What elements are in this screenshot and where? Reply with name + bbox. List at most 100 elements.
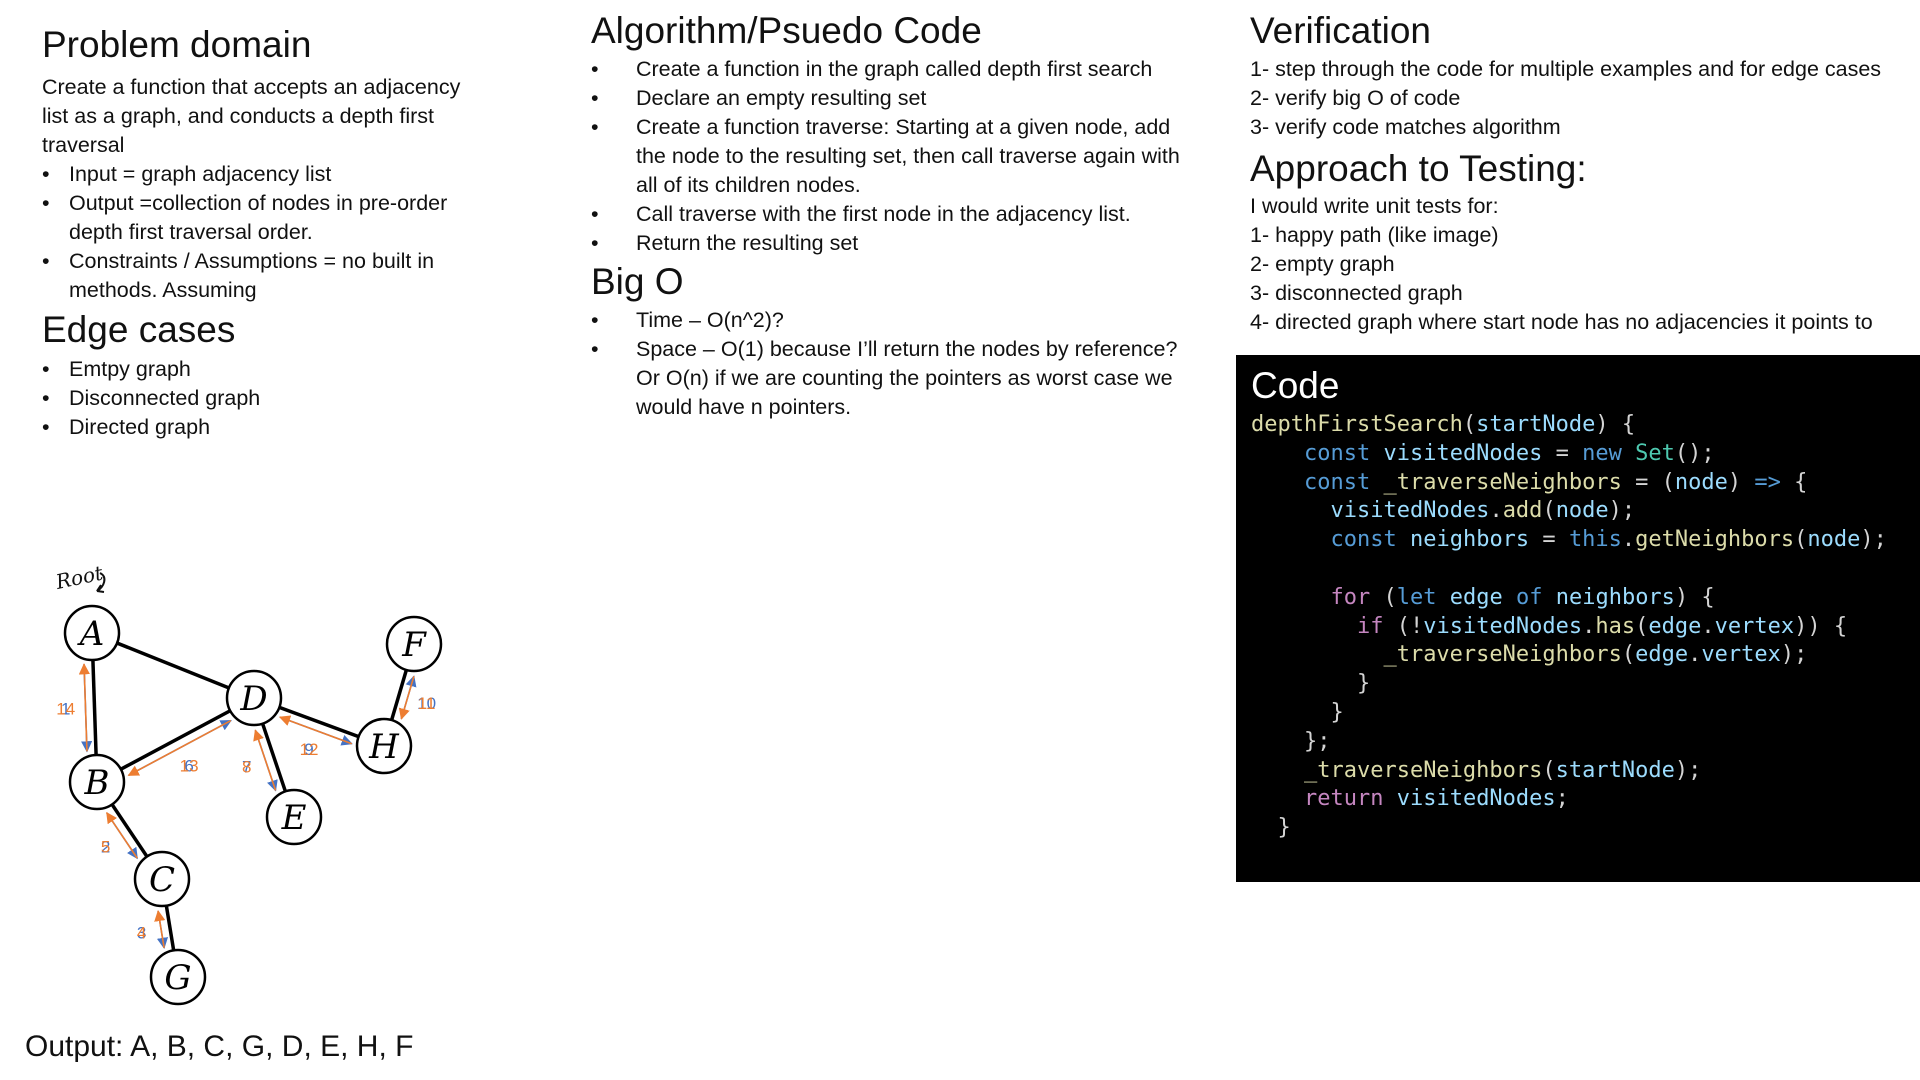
- problem-bullet: Input = graph adjacency list: [42, 160, 462, 189]
- code-token: const: [1303, 440, 1371, 466]
- step-number: 14: [56, 699, 75, 718]
- graph-node-a: A: [63, 604, 121, 662]
- code-token: .: [1688, 642, 1702, 668]
- algorithm-step: Create a function traverse: Starting at …: [591, 113, 1181, 200]
- code-token: node: [1555, 498, 1609, 524]
- code-token: new: [1582, 440, 1622, 466]
- code-token: (: [1635, 613, 1649, 639]
- problem-bullet: Constraints / Assumptions = no built in …: [42, 247, 462, 305]
- code-token: vertex: [1701, 642, 1781, 668]
- traversal-arrow: [154, 909, 166, 948]
- problem-description: Create a function that accepts an adjace…: [42, 74, 461, 157]
- step-number: 5: [101, 838, 110, 857]
- code-token: let: [1396, 584, 1437, 610]
- graph-node-c: C: [133, 850, 191, 908]
- code-token: }: [1251, 699, 1344, 725]
- code-token: add: [1502, 498, 1543, 524]
- code-token: );: [1780, 642, 1808, 668]
- graph-node-b: B: [68, 753, 126, 811]
- code-token: ): [1727, 469, 1755, 495]
- code-token: }: [1251, 671, 1371, 697]
- code-line: depthFirstSearch(startNode) {: [1251, 411, 1887, 440]
- algorithm-step: Return the resulting set: [591, 229, 1181, 258]
- code-line: };: [1251, 728, 1887, 757]
- code-token: (: [1462, 412, 1477, 437]
- code-token: this: [1568, 527, 1622, 553]
- verification-title: Verification: [1250, 10, 1431, 51]
- code-token: startNode: [1555, 757, 1675, 783]
- code-line: _traverseNeighbors(edge.vertex);: [1251, 641, 1887, 670]
- code-token: =>: [1754, 469, 1781, 495]
- code-token: neighbors: [1409, 527, 1530, 553]
- testing-title: Approach to Testing:: [1250, 147, 1587, 189]
- algorithm-step: Declare an empty resulting set: [591, 84, 1181, 113]
- code-panel: Code depthFirstSearch(startNode) { const…: [1236, 355, 1920, 882]
- code-token: {: [1780, 469, 1808, 495]
- code-token: const: [1330, 527, 1397, 553]
- big-o-item: Time – O(n^2)?: [591, 306, 1181, 335]
- algorithm-section: Algorithm/Psuedo Code Create a function …: [591, 10, 1181, 258]
- code-line: }: [1251, 699, 1887, 728]
- code-block: depthFirstSearch(startNode) { const visi…: [1251, 411, 1887, 843]
- edge-cases-title: Edge cases: [42, 308, 236, 350]
- code-token: if: [1356, 613, 1384, 639]
- graph-nodes: A B C G D E H F: [63, 604, 443, 1006]
- problem-domain-title: Problem domain: [42, 24, 312, 65]
- node-label: B: [84, 763, 110, 803]
- step-number: 8: [242, 758, 251, 777]
- traversal-arrow: [78, 663, 90, 752]
- code-token: )) {: [1794, 613, 1848, 639]
- verification-item: 1- step through the code for multiple ex…: [1250, 56, 1882, 81]
- node-label: G: [164, 958, 191, 998]
- code-token: neighbors: [1555, 584, 1675, 610]
- code-token: depthFirstSearch: [1251, 412, 1463, 437]
- algorithm-step: Call traverse with the first node in the…: [591, 200, 1181, 229]
- graph-node-h: H: [355, 717, 413, 775]
- code-token: _traverseNeighbors: [1303, 757, 1543, 783]
- code-token: edge: [1635, 642, 1689, 668]
- code-token: visitedNodes: [1330, 498, 1490, 524]
- code-token: );: [1860, 527, 1887, 553]
- code-line: const visitedNodes = new Set();: [1251, 440, 1887, 469]
- code-token: .: [1489, 498, 1503, 524]
- graph-node-d: D: [225, 669, 283, 727]
- testing-item: 2- empty graph: [1250, 252, 1395, 277]
- code-line: return visitedNodes;: [1251, 785, 1887, 814]
- algorithm-title: Algorithm/Psuedo Code: [591, 10, 982, 51]
- code-token: ();: [1674, 440, 1715, 466]
- code-token: _traverseNeighbors: [1383, 469, 1622, 495]
- code-title: Code: [1251, 365, 1340, 406]
- verification-item: 2- verify big O of code: [1250, 85, 1461, 110]
- code-token: node: [1807, 527, 1861, 553]
- code-token: visitedNodes: [1396, 786, 1556, 812]
- code-token: =: [1542, 440, 1583, 466]
- traversal-output: Output: A, B, C, G, D, E, H, F: [25, 1030, 414, 1063]
- code-token: = (: [1621, 469, 1675, 495]
- step-number: 13: [180, 756, 199, 775]
- code-line: for (let edge of neighbors) {: [1251, 584, 1887, 613]
- big-o-section: Big O Time – O(n^2)? Space – O(1) becaus…: [591, 261, 1181, 422]
- node-label: A: [77, 614, 105, 654]
- code-line: _traverseNeighbors(startNode);: [1251, 757, 1887, 786]
- code-token: );: [1608, 498, 1636, 524]
- step-number: 4: [137, 924, 146, 943]
- code-token: (: [1542, 498, 1556, 524]
- edge-case-item: Emtpy graph: [42, 355, 462, 384]
- problem-bullet: Output =collection of nodes in pre-order…: [42, 189, 462, 247]
- algorithm-step: Create a function in the graph called de…: [591, 55, 1181, 84]
- step-number: 11: [418, 694, 436, 713]
- verification-item: 3- verify code matches algorithm: [1250, 114, 1561, 139]
- edge-case-item: Disconnected graph: [42, 384, 462, 413]
- problem-domain-section: Problem domain Create a function that ac…: [42, 24, 462, 442]
- node-label: C: [149, 860, 175, 900]
- root-annotation: Root: [53, 560, 106, 594]
